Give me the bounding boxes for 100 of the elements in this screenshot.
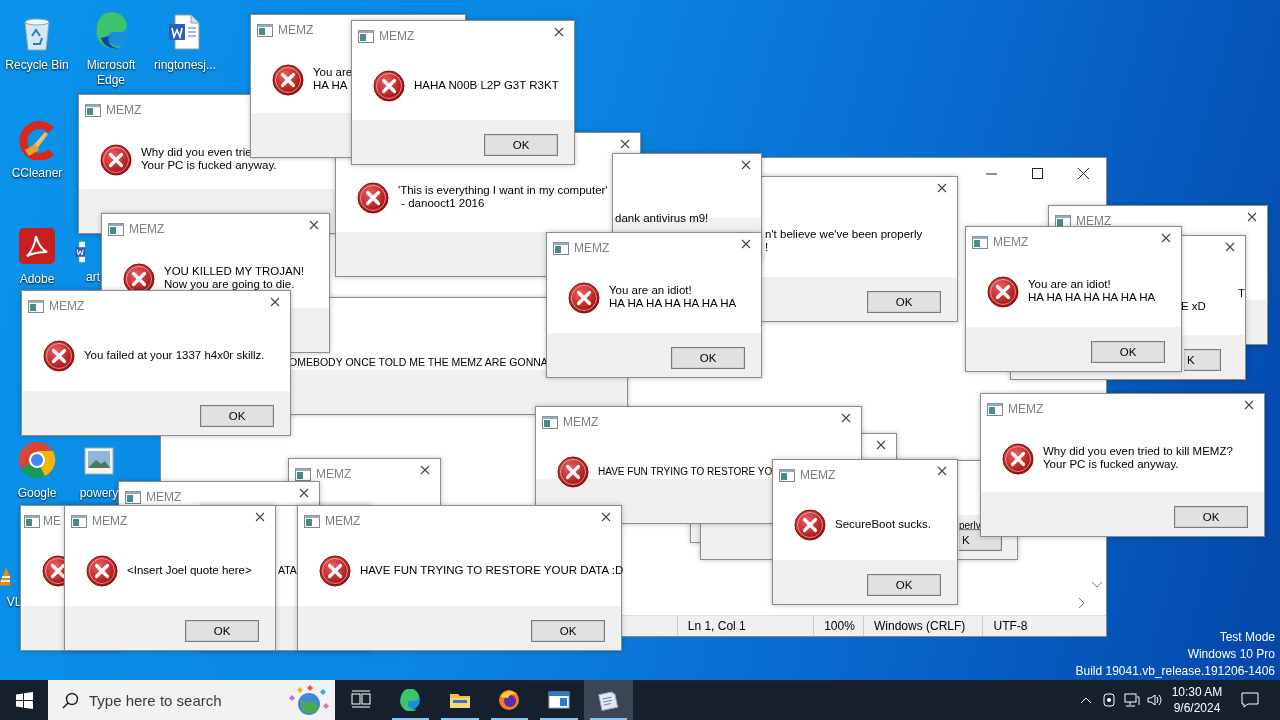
close-icon — [1247, 212, 1257, 222]
icon-label: Google — [17, 486, 57, 501]
window-icon — [85, 103, 101, 117]
window-title: MEMZ — [316, 467, 352, 481]
window-icon — [295, 467, 311, 481]
window-title: MEMZ — [146, 490, 182, 504]
window-icon — [972, 235, 988, 249]
scroll-right-icon[interactable] — [1078, 597, 1086, 609]
speech-bubble-icon — [1241, 692, 1259, 708]
close-icon — [841, 413, 851, 423]
notepad-icon — [597, 689, 620, 711]
icon-label: powery — [79, 486, 119, 501]
chrome-icon[interactable] — [17, 440, 57, 480]
window-icon — [1055, 214, 1071, 228]
ok-button[interactable]: OK — [867, 291, 941, 313]
ok-button[interactable]: OK — [1174, 506, 1248, 528]
window-icon — [257, 23, 273, 37]
close-icon — [554, 27, 564, 37]
window-icon — [125, 490, 141, 504]
close-icon — [1225, 242, 1235, 252]
close-icon — [741, 239, 751, 249]
message-text: HAHA N00B L2P G3T R3KT — [414, 78, 559, 92]
clock[interactable]: 10:30 AM 9/6/2024 — [1166, 680, 1228, 720]
chevron-up-icon — [1079, 696, 1092, 704]
ok-button[interactable]: OK — [867, 574, 941, 596]
window-icon — [542, 415, 558, 429]
close-icon — [420, 465, 430, 475]
close-icon — [741, 160, 751, 170]
window-title: MEMZ — [129, 222, 165, 236]
icon-label: VL — [6, 595, 22, 610]
window-icon — [28, 299, 44, 313]
taskbar-app[interactable] — [583, 680, 633, 720]
pdf-icon[interactable] — [17, 226, 57, 266]
ok-button[interactable]: OK — [484, 134, 558, 156]
close-icon — [620, 139, 630, 149]
clock-time: 10:30 AM — [1171, 684, 1223, 700]
close-icon — [1161, 233, 1171, 243]
close-icon — [876, 440, 886, 450]
message-text: You failed at your 1337 h4x0r skillz. — [84, 348, 265, 362]
window-title: MEMZ — [800, 468, 836, 482]
clock-date: 9/6/2024 — [1173, 700, 1221, 716]
close-icon — [937, 183, 947, 193]
window-icon — [553, 241, 569, 255]
network-icon — [1123, 693, 1140, 707]
message-text: HA HA HA HA HA HA HA — [609, 297, 737, 310]
message-text: ATA — [278, 563, 297, 577]
message-text: OMEBODY ONCE TOLD ME THE MEMZ ARE GONNA — [289, 355, 548, 369]
window-title: MEMZ — [574, 241, 610, 255]
close-icon — [1077, 167, 1089, 179]
message-text: ! — [765, 241, 770, 254]
scroll-down-icon[interactable] — [1091, 581, 1103, 589]
close-icon — [270, 297, 280, 307]
ok-button[interactable]: OK — [531, 620, 605, 642]
brush-icon[interactable] — [17, 120, 57, 160]
window-title: MEMZ — [106, 103, 142, 117]
icon-label: Recycle Bin — [5, 58, 69, 73]
search-field[interactable]: Type here to search — [48, 680, 335, 720]
ok-button[interactable]: K — [1184, 349, 1221, 371]
ok-button[interactable]: OK — [1091, 341, 1165, 363]
message-text: You are — [313, 66, 353, 79]
search-icon — [62, 691, 79, 709]
message-text: - danooct1 2016 — [400, 197, 486, 210]
icon-label: ringtonesj... — [153, 58, 216, 73]
window-title: MEMZ — [325, 514, 361, 528]
status-text: 100% — [813, 616, 863, 636]
edge-icon — [399, 689, 422, 711]
ok-button[interactable]: OK — [671, 347, 745, 369]
message-text: YOU KILLED MY TROJAN! — [164, 265, 305, 278]
window-icon — [987, 402, 1003, 416]
ok-button[interactable]: OK — [200, 405, 274, 427]
windows-logo-icon — [15, 691, 33, 709]
task-view-icon — [349, 689, 372, 711]
icon-label: CCleaner — [11, 166, 63, 181]
message-text: n't believe we've been properly — [765, 228, 923, 241]
message-text: E xD — [1181, 300, 1206, 313]
message-text: dank antivirus m9! — [615, 211, 709, 225]
close-icon — [1244, 400, 1254, 410]
icon-label: art — [86, 270, 100, 285]
firefox-icon — [498, 689, 521, 711]
window-title: MEMZ — [278, 23, 314, 37]
status-text: Ln 1, Col 1 — [676, 616, 814, 636]
window-title: ME — [43, 514, 61, 528]
window-title: MEMZ — [49, 299, 85, 313]
window-icon — [71, 514, 87, 528]
search-input[interactable]: Type here to search — [89, 691, 273, 709]
message-text: You are an idiot! — [609, 284, 693, 297]
icon-label: Microsoft Edge — [85, 58, 137, 88]
window-icon — [547, 689, 570, 711]
ok-button[interactable]: OK — [185, 620, 259, 642]
message-text: HAVE FUN TRYING TO RESTORE YOUR DATA :D — [360, 563, 624, 577]
window-icon — [358, 29, 374, 43]
message-text: Why did you even tried to kill MEMZ? — [1043, 445, 1233, 458]
edge-icon[interactable] — [91, 12, 131, 52]
document-icon[interactable] — [73, 240, 85, 264]
window-icon — [779, 468, 795, 482]
icon-label: Adobe — [19, 272, 55, 287]
message-text: T — [1238, 287, 1246, 300]
system-notice-text: Build 19041.vb_release.191206-1406 — [1075, 663, 1275, 680]
message-text: <Insert Joel quote here> — [127, 563, 252, 577]
window-title: MEMZ — [1076, 214, 1112, 228]
